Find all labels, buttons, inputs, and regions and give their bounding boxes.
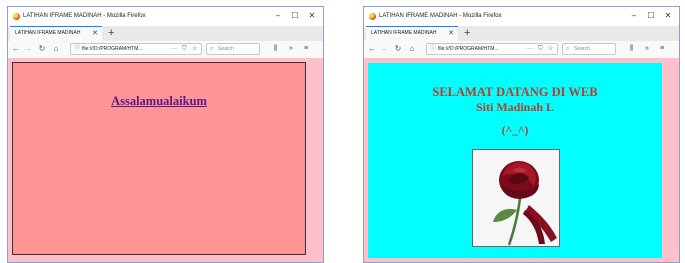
overflow-icon[interactable]: » — [289, 43, 293, 55]
tab-label: LATIHAN IFRAME MADINAH — [15, 30, 81, 36]
bookmark-star-icon[interactable]: ☆ — [192, 44, 197, 54]
menu-icon[interactable]: ≡ — [304, 43, 308, 55]
firefox-window-left: LATIHAN IFRAME MADINAH - Mozilla Firefox… — [7, 6, 324, 263]
iframe-right: SELAMAT DATANG DI WEB Siti Madinah L (^_… — [368, 63, 662, 258]
pocket-icon[interactable]: ⛉ — [538, 44, 543, 54]
firefox-window-right: LATIHAN IFRAME MADINAH - Mozilla Firefox… — [363, 6, 680, 263]
tab-bar: LATIHAN IFRAME MADINAH ✕ + — [364, 26, 679, 41]
rose-icon — [473, 150, 559, 246]
welcome-heading: SELAMAT DATANG DI WEB — [432, 85, 598, 99]
reload-icon[interactable]: ↻ — [37, 43, 47, 55]
tab-close-icon[interactable]: ✕ — [92, 27, 98, 40]
reload-icon[interactable]: ↻ — [393, 43, 403, 55]
firefox-icon — [369, 13, 376, 20]
maximize-button[interactable]: ☐ — [287, 10, 303, 22]
url-text: file:///D:/PROGRAM/HTM... — [82, 46, 143, 52]
close-button[interactable]: ✕ — [304, 10, 320, 22]
title-bar: LATIHAN IFRAME MADINAH - Mozilla Firefox… — [364, 7, 679, 26]
minimize-button[interactable]: – — [626, 10, 642, 22]
navigation-bar: ← → ↻ ⌂ ⓘ file:///D:/PROGRAM/HTM... ··· … — [364, 41, 679, 59]
window-title: LATIHAN IFRAME MADINAH - Mozilla Firefox — [23, 13, 146, 19]
back-icon[interactable]: ← — [367, 43, 377, 55]
back-icon[interactable]: ← — [11, 43, 21, 55]
search-icon: ⌕ — [566, 46, 570, 52]
url-bar[interactable]: ⓘ file:///D:/PROGRAM/HTM... ··· ⛉ ☆ — [70, 43, 202, 55]
info-icon[interactable]: ⓘ — [74, 44, 80, 54]
window-title: LATIHAN IFRAME MADINAH - Mozilla Firefox — [379, 13, 502, 19]
menu-icon[interactable]: ≡ — [660, 43, 664, 55]
greeting-link[interactable]: Assalamualaikum — [13, 94, 305, 109]
search-placeholder: Search — [218, 46, 234, 52]
page-actions-icon[interactable]: ··· — [527, 44, 533, 54]
page-content: Assalamualaikum — [8, 58, 323, 262]
library-icon[interactable]: ⫼ — [630, 43, 633, 55]
tab-latihan-iframe[interactable]: LATIHAN IFRAME MADINAH ✕ — [366, 26, 458, 41]
tab-bar: LATIHAN IFRAME MADINAH ✕ + — [8, 26, 323, 41]
navigation-bar: ← → ↻ ⌂ ⓘ file:///D:/PROGRAM/HTM... ··· … — [8, 41, 323, 59]
library-icon[interactable]: ⫼ — [274, 43, 277, 55]
page-content: SELAMAT DATANG DI WEB Siti Madinah L (^_… — [364, 58, 679, 262]
minimize-button[interactable]: – — [270, 10, 286, 22]
info-icon[interactable]: ⓘ — [430, 44, 436, 54]
author-name: Siti Madinah L — [475, 100, 555, 114]
forward-icon[interactable]: → — [379, 43, 389, 55]
tab-close-icon[interactable]: ✕ — [448, 27, 454, 40]
search-icon: ⌕ — [210, 46, 214, 52]
title-bar: LATIHAN IFRAME MADINAH - Mozilla Firefox… — [8, 7, 323, 26]
new-tab-button[interactable]: + — [108, 26, 114, 40]
iframe-left: Assalamualaikum — [12, 62, 306, 255]
tab-label: LATIHAN IFRAME MADINAH — [371, 30, 437, 36]
overflow-icon[interactable]: » — [645, 43, 649, 55]
home-icon[interactable]: ⌂ — [51, 43, 61, 55]
close-button[interactable]: ✕ — [660, 10, 676, 22]
maximize-button[interactable]: ☐ — [643, 10, 659, 22]
bookmark-star-icon[interactable]: ☆ — [548, 44, 553, 54]
new-tab-button[interactable]: + — [464, 26, 470, 40]
tab-latihan-iframe[interactable]: LATIHAN IFRAME MADINAH ✕ — [10, 26, 102, 41]
emoticon-text: (^_^) — [501, 125, 529, 137]
pocket-icon[interactable]: ⛉ — [182, 44, 187, 54]
url-text: file:///D:/PROGRAM/HTM... — [438, 46, 499, 52]
forward-icon[interactable]: → — [23, 43, 33, 55]
search-placeholder: Search — [574, 46, 590, 52]
search-input[interactable]: ⌕ Search — [562, 43, 616, 55]
page-actions-icon[interactable]: ··· — [171, 44, 177, 54]
firefox-icon — [13, 13, 20, 20]
rose-image — [472, 149, 560, 247]
url-bar[interactable]: ⓘ file:///D:/PROGRAM/HTM... ··· ⛉ ☆ — [426, 43, 558, 55]
home-icon[interactable]: ⌂ — [407, 43, 417, 55]
search-input[interactable]: ⌕ Search — [206, 43, 260, 55]
